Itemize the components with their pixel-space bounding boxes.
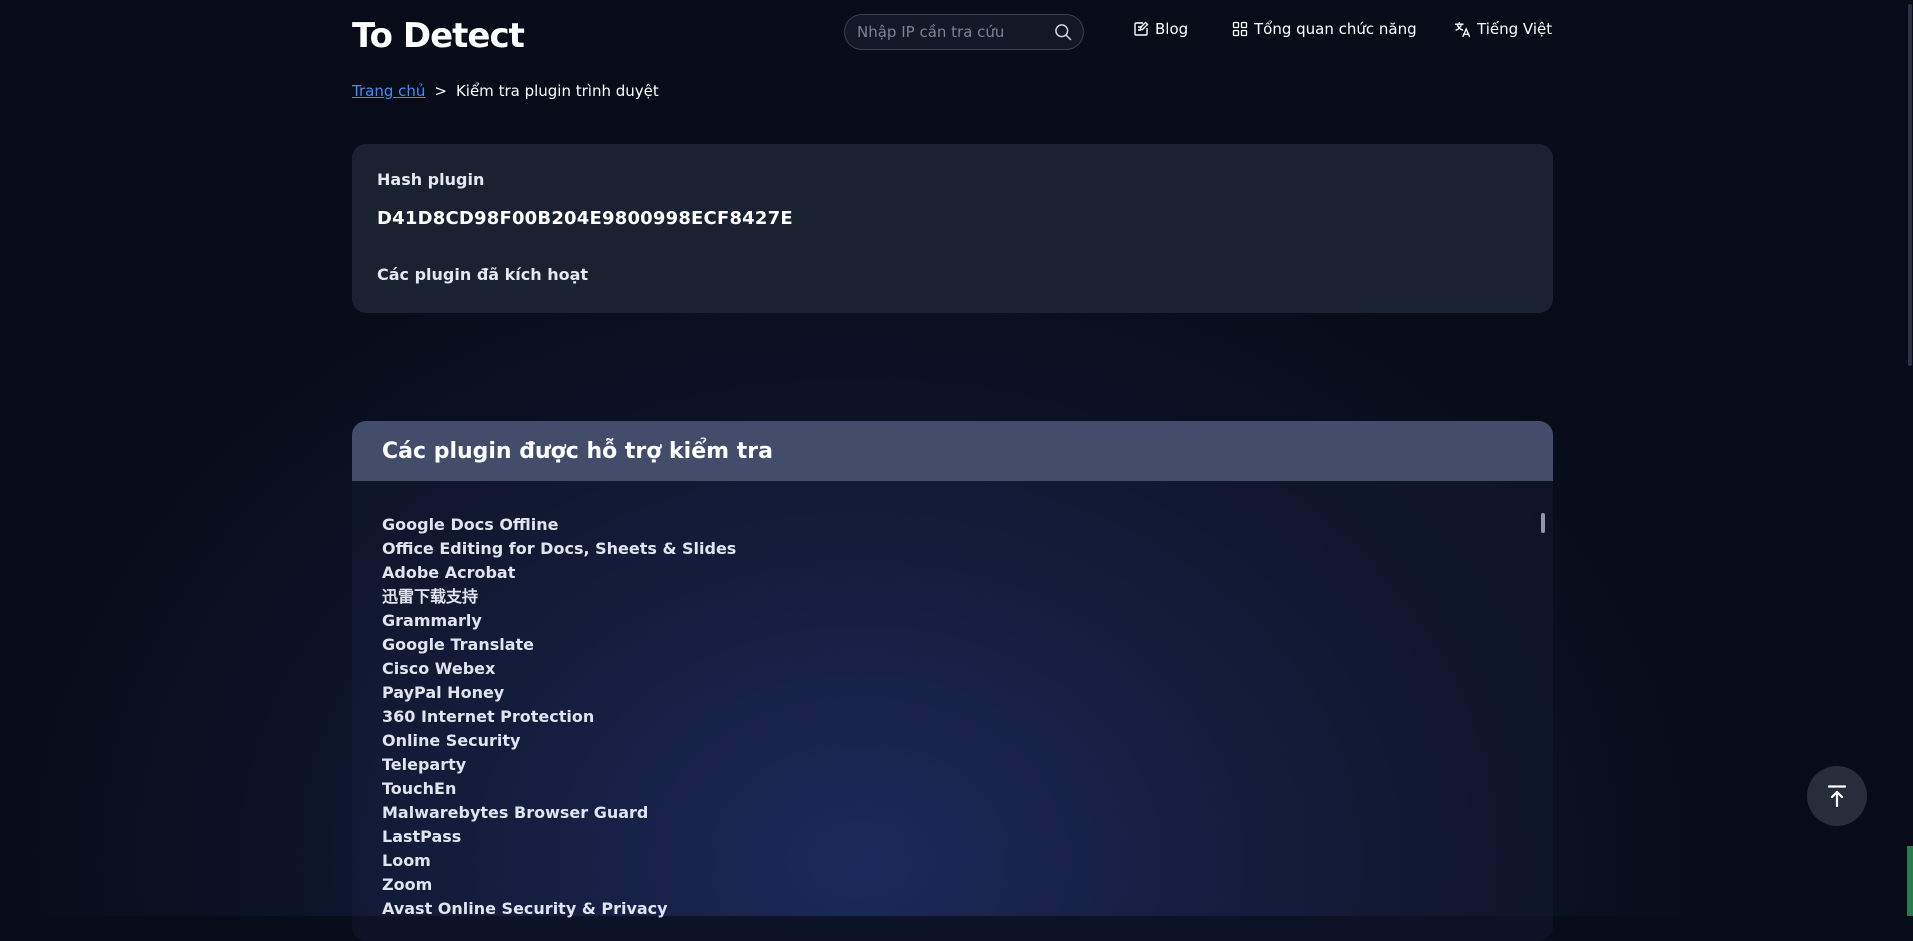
nav-blog-label: Blog xyxy=(1155,20,1189,38)
page-scrollbar-corner xyxy=(1907,846,1913,916)
hash-card: Hash plugin D41D8CD98F00B204E9800998ECF8… xyxy=(352,144,1553,313)
plugin-list-item: Cisco Webex xyxy=(382,659,496,678)
plugin-list-item: PayPal Honey xyxy=(382,683,505,702)
enabled-plugins-label: Các plugin đã kích hoạt xyxy=(377,265,589,284)
plugin-list-item: Avast Online Security & Privacy xyxy=(382,899,668,918)
plugin-list-item: Teleparty xyxy=(382,755,467,774)
supported-plugins-panel: Các plugin được hỗ trợ kiểm tra Google D… xyxy=(352,421,1553,941)
grid-icon xyxy=(1232,21,1248,37)
hash-label: Hash plugin xyxy=(377,170,485,189)
logo-text: To Detect xyxy=(352,16,525,56)
nav-features[interactable]: Tổng quan chức năng xyxy=(1232,20,1417,38)
plugin-list-item: 360 Internet Protection xyxy=(382,707,595,726)
plugin-list-item: Adobe Acrobat xyxy=(382,563,516,582)
plugin-list-scrollbar[interactable] xyxy=(1541,513,1545,533)
breadcrumb-home-link[interactable]: Trang chủ xyxy=(352,82,425,100)
arrow-up-to-line-icon xyxy=(1827,785,1847,808)
plugin-list-item: Office Editing for Docs, Sheets & Slides xyxy=(382,539,737,558)
nav-features-label: Tổng quan chức năng xyxy=(1254,20,1417,38)
nav-blog[interactable]: Blog xyxy=(1133,20,1188,38)
plugin-list-item: TouchEn xyxy=(382,779,457,798)
plugin-list-item: 迅雷下载支持 xyxy=(382,587,479,606)
page-scrollbar-thumb[interactable] xyxy=(1908,4,1912,366)
header: To Detect Blog Tổng quan chức năng Tiế xyxy=(0,0,1913,62)
plugin-list-item: Malwarebytes Browser Guard xyxy=(382,803,649,822)
edit-icon xyxy=(1134,21,1149,36)
plugin-list-item: Online Security xyxy=(382,731,521,750)
breadcrumb: Trang chủ > Kiểm tra plugin trình duyệt xyxy=(352,82,659,100)
breadcrumb-current: Kiểm tra plugin trình duyệt xyxy=(455,82,659,100)
plugin-list-item: Loom xyxy=(382,851,431,870)
plugin-list[interactable]: Google Docs Offline Office Editing for Do… xyxy=(382,513,736,921)
page-scrollbar[interactable] xyxy=(1907,0,1913,916)
translate-icon xyxy=(1454,21,1471,37)
search-box[interactable] xyxy=(844,14,1084,50)
plugin-list-item: Grammarly xyxy=(382,611,482,630)
nav-language[interactable]: Tiếng Việt xyxy=(1454,20,1552,38)
plugin-list-item: Zoom xyxy=(382,875,433,894)
search-input[interactable] xyxy=(845,14,1053,50)
plugin-list-item: Google Translate xyxy=(382,635,535,654)
nav-language-label: Tiếng Việt xyxy=(1477,20,1553,38)
plugin-list-item: Google Docs Offline xyxy=(382,515,559,534)
plugin-list-item: LastPass xyxy=(382,827,462,846)
back-to-top-button[interactable] xyxy=(1807,766,1867,826)
hash-value: D41D8CD98F00B204E9800998ECF8427E xyxy=(377,208,793,229)
supported-plugins-title: Các plugin được hỗ trợ kiểm tra xyxy=(352,421,1553,481)
search-icon[interactable] xyxy=(1053,21,1073,43)
breadcrumb-separator: > xyxy=(434,82,447,100)
logo[interactable]: To Detect xyxy=(352,16,525,56)
